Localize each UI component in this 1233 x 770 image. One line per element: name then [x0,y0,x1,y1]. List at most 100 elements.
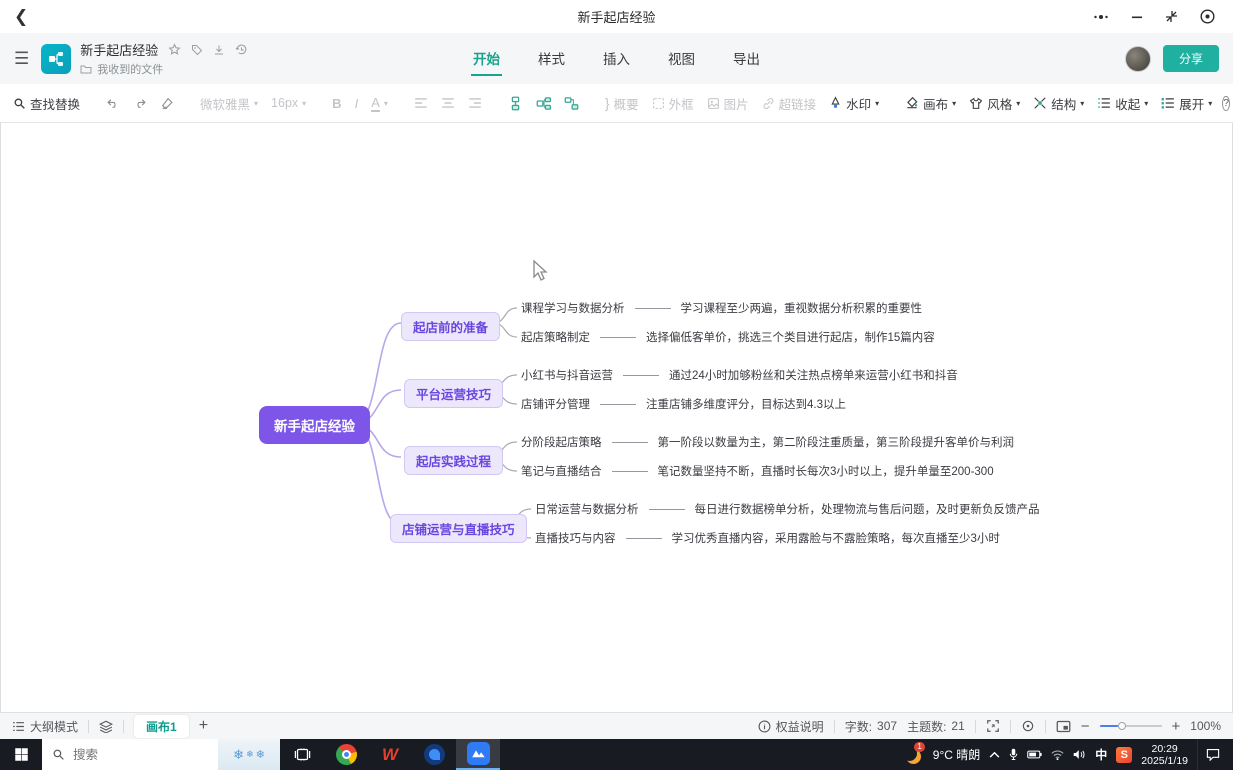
mindmap-subtopic[interactable]: 笔记与直播结合 [521,463,602,479]
mindmap-detail[interactable]: 选择偏低客单价，挑选三个类目进行起店，制作15篇内容 [646,329,935,345]
watermark-button[interactable]: 水印▾ [826,90,882,117]
star-icon[interactable] [168,43,181,56]
tab-view[interactable]: 视图 [666,42,697,76]
tag-icon[interactable] [191,44,203,56]
image-button[interactable]: 图片 [704,90,752,117]
mindmap-subtopic[interactable]: 起店策略制定 [521,329,590,345]
wps-app-icon[interactable]: W [368,739,412,770]
notification-center-icon[interactable] [1197,739,1227,770]
document-title[interactable]: 新手起店经验 [80,40,158,59]
mindmap-branch-node[interactable]: 起店实践过程 [404,446,503,475]
outer-frame-button[interactable]: 外框 [649,90,697,117]
zoom-slider-knob[interactable] [1118,722,1126,730]
structure-button[interactable]: 结构▾ [1030,90,1087,117]
zoom-in-button[interactable]: + [1172,718,1181,735]
tab-export[interactable]: 导出 [731,42,762,76]
hidden-icons-chevron[interactable] [989,751,1000,758]
help-icon[interactable]: ? [1222,96,1230,111]
share-button[interactable]: 分享 [1163,45,1219,72]
font-color-button[interactable]: A▾ [368,91,391,116]
hyperlink-button[interactable]: 超链接 [759,90,820,117]
mindmap-detail[interactable]: 通过24小时加够粉丝和关注热点榜单来运营小红书和抖音 [669,367,958,383]
mindmap-subtopic[interactable]: 课程学习与数据分析 [521,300,625,316]
mindmap-app-icon[interactable] [456,739,500,770]
mindmap-branch-node[interactable]: 起店前的准备 [401,312,500,341]
layers-icon[interactable] [99,720,113,733]
canvas-button[interactable]: 画布▾ [902,90,959,117]
volume-icon[interactable] [1073,749,1086,760]
align-left-icon[interactable] [411,93,431,113]
search-input[interactable] [73,748,183,762]
mindmap-subtopic[interactable]: 日常运营与数据分析 [535,501,639,517]
chrome-app-icon[interactable] [324,739,368,770]
minimize-icon[interactable] [1131,11,1143,23]
weather-tray-icon[interactable]: 1 [904,745,924,765]
fit-screen-icon[interactable] [986,719,1000,733]
find-replace-button[interactable]: 查找替换 [10,90,83,117]
format-painter-icon[interactable] [157,93,177,114]
taskbar-clock[interactable]: 20:29 2025/1/19 [1141,743,1188,767]
start-button[interactable] [0,739,42,770]
tab-insert[interactable]: 插入 [601,42,632,76]
outline-mode-button[interactable]: 大纲模式 [12,718,78,735]
menu-icon[interactable]: ☰ [14,49,29,69]
wifi-icon[interactable] [1051,750,1064,760]
mindmap-detail[interactable]: 学习课程至少两遍，重视数据分析积累的重要性 [681,300,923,316]
weather-text[interactable]: 9°C 晴朗 [933,746,980,763]
mindmap-detail[interactable]: 笔记数量坚持不断，直播时长每次3小时以上，提升单量至200-300 [658,463,994,479]
style-button[interactable]: 风格▾ [966,90,1023,117]
date: 2025/1/19 [1141,755,1188,767]
insert-subtopic-icon[interactable] [533,92,554,115]
minimap-icon[interactable] [1056,720,1071,733]
italic-button[interactable]: I [352,92,362,115]
add-canvas-button[interactable]: + [199,717,208,735]
weather-widget[interactable]: ❄ ❄ ❄ [218,739,280,770]
mindmap-subtopic[interactable]: 直播技巧与内容 [535,530,616,546]
zoom-slider[interactable] [1100,725,1162,727]
mindmap-detail[interactable]: 第一阶段以数量为主，第二阶段注重质量，第三阶段提升客单价与利润 [658,434,1015,450]
insert-sibling-topic-icon[interactable] [505,92,526,115]
redo-icon[interactable] [130,93,150,114]
mindmap-detail[interactable]: 学习优秀直播内容，采用露脸与不露脸策略，每次直播至少3小时 [672,530,1000,546]
more-options-icon[interactable] [1093,14,1109,20]
font-size-select[interactable]: 16px▾ [268,92,309,114]
tab-style[interactable]: 样式 [536,42,567,76]
browser-app-icon[interactable] [412,739,456,770]
tab-start[interactable]: 开始 [471,42,502,76]
collapse-button[interactable]: 收起▾ [1094,90,1151,117]
zoom-out-button[interactable]: − [1081,718,1090,735]
battery-icon[interactable] [1027,750,1042,759]
undo-icon[interactable] [103,93,123,114]
close-icon[interactable] [1200,9,1215,24]
mindmap-subtopic[interactable]: 小红书与抖音运营 [521,367,613,383]
mindmap-canvas[interactable]: 新手起店经验 起店前的准备 平台运营技巧 起店实践过程 店铺运营与直播技巧 课程… [0,123,1233,712]
summary-button[interactable]: }概要 [602,90,642,117]
taskbar-search[interactable] [42,739,218,770]
user-avatar[interactable] [1125,46,1151,72]
mindmap-branch-node[interactable]: 店铺运营与直播技巧 [390,514,527,543]
mindmap-detail[interactable]: 注重店铺多维度评分，目标达到4.3以上 [646,396,846,412]
expand-button[interactable]: 展开▾ [1158,90,1215,117]
document-location[interactable]: 我收到的文件 [97,61,163,77]
rights-info-button[interactable]: 权益说明 [758,718,824,735]
download-icon[interactable] [213,44,225,56]
mindmap-detail[interactable]: 每日进行数据榜单分析，处理物流与售后问题，及时更新负反馈产品 [695,501,1040,517]
mindmap-subtopic[interactable]: 分阶段起店策略 [521,434,602,450]
mindmap-branch-node[interactable]: 平台运营技巧 [404,379,503,408]
font-family-select[interactable]: 微软雅黑▾ [197,90,261,117]
bold-button[interactable]: B [329,92,344,115]
sogou-ime-icon[interactable]: S [1116,747,1132,763]
microphone-icon[interactable] [1009,748,1018,761]
snowflake-icon: ❄ [233,747,244,763]
mindmap-subtopic[interactable]: 店铺评分管理 [521,396,590,412]
task-view-button[interactable] [280,739,324,770]
canvas-tab-1[interactable]: 画布1 [134,715,189,738]
history-icon[interactable] [235,43,248,56]
insert-parent-topic-icon[interactable] [561,92,582,115]
align-center-icon[interactable] [438,93,458,113]
align-right-icon[interactable] [465,93,485,113]
mindmap-root-node[interactable]: 新手起店经验 [259,406,370,444]
locate-center-icon[interactable] [1021,719,1035,733]
restore-icon[interactable] [1165,10,1178,23]
ime-indicator[interactable]: 中 [1095,746,1107,763]
